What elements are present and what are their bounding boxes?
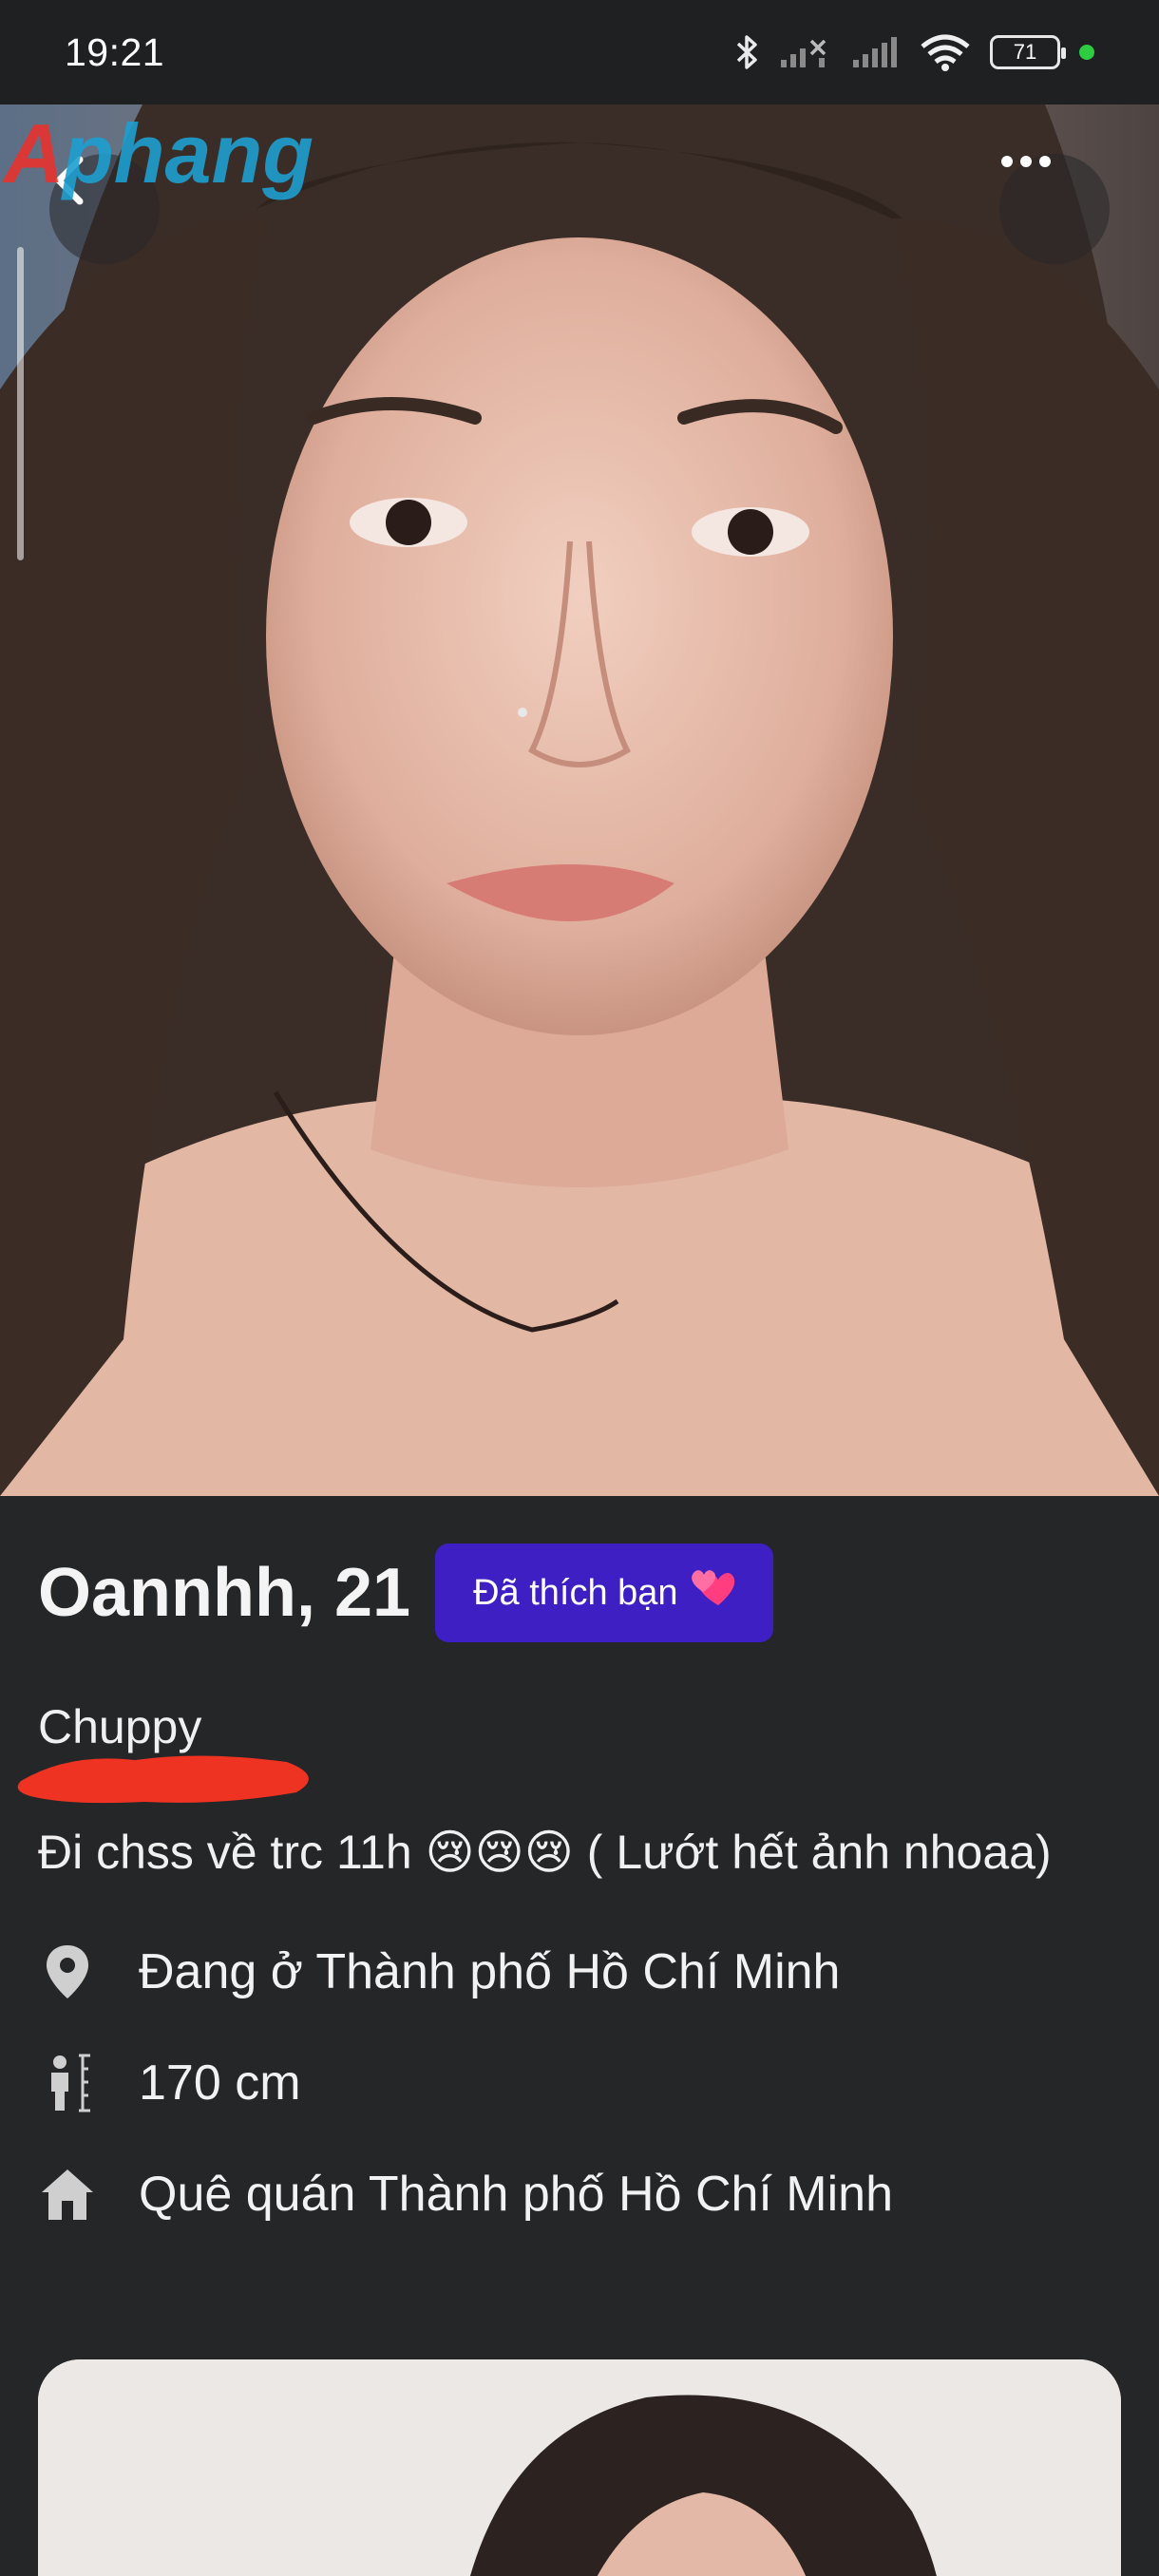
profile-name: Oannhh, 21 [38,1555,411,1631]
two-hearts-icon [690,1567,735,1619]
status-time: 19:21 [65,29,165,74]
svg-text:A: A [2,106,65,200]
hometown-row: Quê quán Thành phố Hồ Chí Minh [38,2165,893,2224]
profile-screen: 19:21 71 A phang Oannhh, 21 Đã thích bạn… [0,0,1159,2576]
status-bar: 19:21 71 [0,0,1159,104]
bio-line-2: Đi chss về trc 11h 😢😢😢 ( Lướt hết ảnh nh… [38,1826,1052,1879]
location-text: Đang ở Thành phố Hồ Chí Minh [139,1944,841,1999]
liked-you-badge: Đã thích bạn [435,1544,773,1642]
battery-icon: 71 [990,35,1066,69]
wifi-icon [920,33,971,71]
next-photo-card[interactable] [38,2359,1121,2576]
signal-icon [851,35,901,69]
svg-text:phang: phang [61,106,314,200]
location-pin-icon [38,1942,97,2001]
battery-level: 71 [1013,40,1037,64]
height-row: 170 cm [38,2054,301,2112]
height-ruler-icon [38,2054,97,2112]
status-icons: 71 [735,33,1094,71]
height-text: 170 cm [139,2055,301,2111]
name-row: Oannhh, 21 Đã thích bạn [38,1544,773,1642]
signal-x-icon [779,35,832,69]
home-icon [38,2165,97,2224]
hometown-text: Quê quán Thành phố Hồ Chí Minh [139,2167,894,2222]
profile-photo[interactable]: A phang [0,104,1159,1496]
privacy-indicator-dot [1079,45,1094,60]
watermark-logo: A phang [2,106,314,200]
profile-bio: Chuppy Đi chss về trc 11h 😢😢😢 ( Lướt hết… [17,1695,1102,1884]
location-row: Đang ở Thành phố Hồ Chí Minh [38,1942,840,2001]
liked-badge-label: Đã thích bạn [473,1572,678,1613]
more-options-button[interactable] [999,154,1110,264]
portrait-illustration [0,104,1159,1496]
bluetooth-icon [735,33,760,71]
photo-scroll-indicator [17,247,24,560]
redaction-scribble [17,1755,309,1804]
next-photo-preview [38,2359,1121,2576]
